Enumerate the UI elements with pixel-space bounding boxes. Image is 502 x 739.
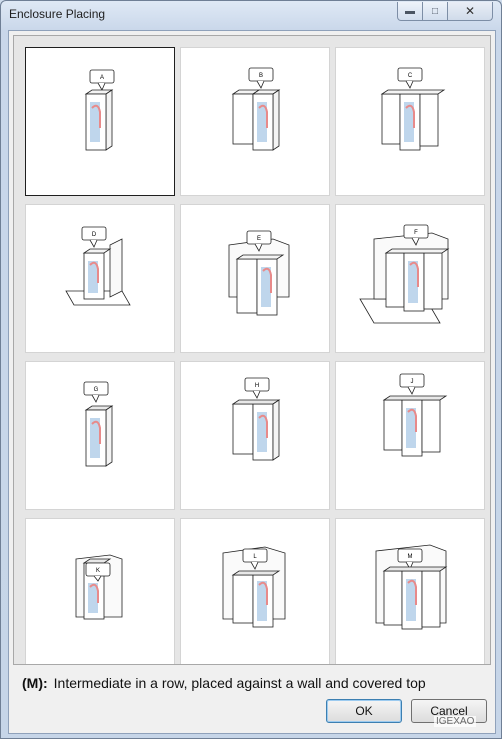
watermark: IGEXAO	[434, 716, 477, 727]
enclosure-k-illustration: K	[75, 554, 123, 620]
tile-label: K	[96, 568, 100, 574]
tile-label: F	[414, 230, 418, 236]
enclosure-l-illustration: L	[222, 546, 286, 628]
enclosure-h-illustration: H	[231, 377, 281, 461]
enclosure-c-illustration: C	[380, 67, 446, 151]
option-tile-j[interactable]: J	[335, 361, 485, 510]
tile-label: M	[408, 554, 413, 560]
option-tile-b[interactable]: B	[180, 47, 330, 196]
tile-label: C	[408, 73, 413, 79]
enclosure-placing-dialog: Enclosure Placing ▬ □ ✕ A B C D E F G H …	[0, 0, 502, 739]
option-tile-c[interactable]: C	[335, 47, 485, 196]
option-tile-g[interactable]: G	[25, 361, 175, 510]
selection-text: Intermediate in a row, placed against a …	[53, 675, 426, 691]
minimize-button[interactable]: ▬	[397, 2, 423, 21]
ok-button[interactable]: OK	[326, 699, 402, 723]
maximize-button[interactable]: □	[422, 2, 448, 21]
enclosure-e-illustration: E	[228, 230, 290, 316]
option-tile-m[interactable]: M	[335, 518, 485, 664]
tile-label: G	[94, 387, 99, 393]
option-tile-d[interactable]: D	[25, 204, 175, 353]
tile-label: J	[411, 379, 414, 385]
tile-label: H	[255, 383, 259, 389]
tile-label: D	[92, 232, 97, 238]
window-title: Enclosure Placing	[9, 7, 106, 21]
tile-label: E	[257, 236, 261, 242]
enclosure-b-illustration: B	[231, 67, 281, 151]
minimize-icon: ▬	[405, 5, 415, 17]
close-button[interactable]: ✕	[447, 2, 493, 21]
option-tile-k[interactable]: K	[25, 518, 175, 664]
option-tile-f[interactable]: F	[335, 204, 485, 353]
selection-description: (M): Intermediate in a row, placed agains…	[22, 675, 482, 692]
dialog-body: A B C D E F G H J K L M (M): Intermediat…	[8, 30, 496, 734]
enclosure-m-illustration: M	[375, 544, 448, 630]
enclosure-f-illustration: F	[359, 224, 450, 324]
option-tile-a[interactable]: A	[25, 47, 175, 196]
title-bar[interactable]: Enclosure Placing ▬ □ ✕	[1, 1, 501, 29]
close-icon: ✕	[464, 4, 476, 18]
tile-label: A	[100, 75, 104, 81]
enclosure-d-illustration: D	[65, 226, 131, 306]
enclosure-j-illustration: J	[382, 373, 448, 457]
maximize-icon: □	[431, 5, 439, 17]
enclosure-g-illustration: G	[83, 381, 114, 467]
option-tile-l[interactable]: L	[180, 518, 330, 664]
tile-label: B	[259, 73, 263, 79]
enclosure-a-illustration: A	[84, 69, 115, 151]
enclosure-options-grid[interactable]: A B C D E F G H J K L M	[13, 35, 491, 665]
selection-code: (M):	[22, 675, 48, 691]
option-tile-e[interactable]: E	[180, 204, 330, 353]
option-tile-h[interactable]: H	[180, 361, 330, 510]
